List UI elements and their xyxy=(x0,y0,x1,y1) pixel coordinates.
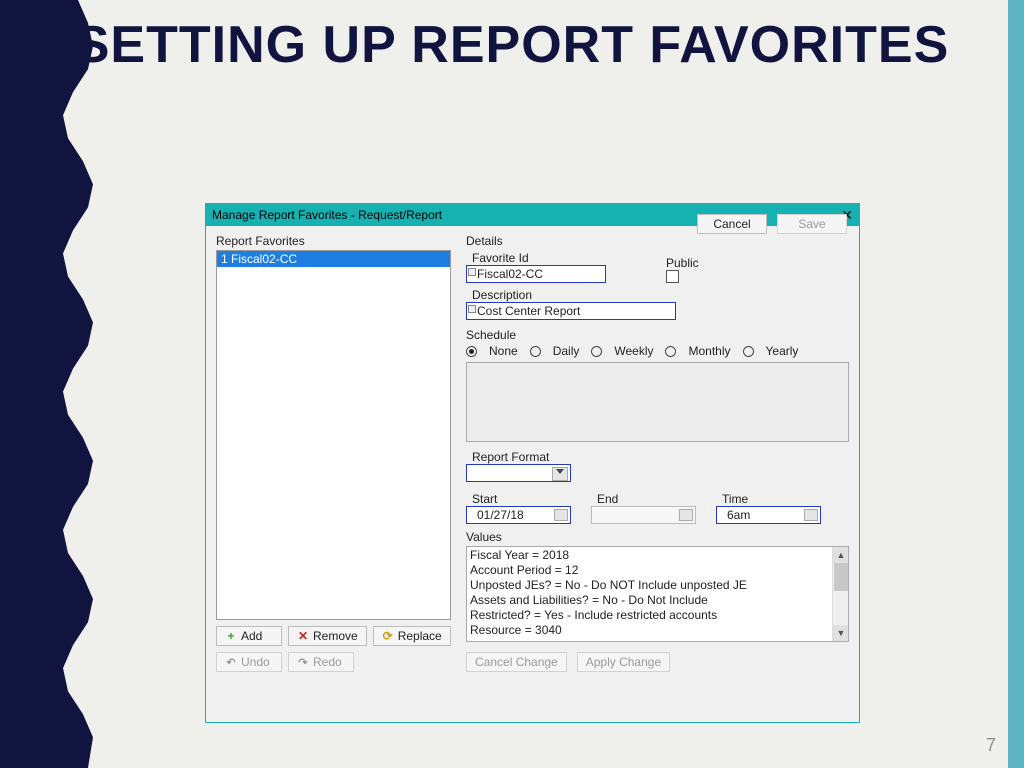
undo-label: Undo xyxy=(241,655,270,669)
schedule-none-label: None xyxy=(489,344,518,358)
schedule-weekly-label: Weekly xyxy=(614,344,653,358)
time-label: Time xyxy=(722,492,821,506)
schedule-monthly-radio[interactable] xyxy=(665,346,676,357)
slide-left-decoration xyxy=(0,0,100,768)
calendar-icon[interactable] xyxy=(554,509,568,521)
favorite-id-input[interactable]: Fiscal02-CC xyxy=(466,265,606,283)
description-input[interactable]: Cost Center Report xyxy=(466,302,676,320)
slide-title: SETTING UP REPORT FAVORITES xyxy=(0,18,1024,73)
schedule-yearly-radio[interactable] xyxy=(743,346,754,357)
details-heading: Details xyxy=(466,234,849,248)
page-number: 7 xyxy=(986,735,996,756)
remove-button[interactable]: ✕ Remove xyxy=(288,626,367,646)
start-date-input[interactable]: 01/27/18 xyxy=(466,506,571,524)
time-input[interactable]: 6am xyxy=(716,506,821,524)
report-format-select[interactable] xyxy=(466,464,571,482)
calendar-icon[interactable] xyxy=(679,509,693,521)
replace-label: Replace xyxy=(398,629,442,643)
cancel-change-button[interactable]: Cancel Change xyxy=(466,652,567,672)
dialog-title: Manage Report Favorites - Request/Report xyxy=(212,208,442,222)
chevron-down-icon xyxy=(556,469,564,474)
description-label: Description xyxy=(472,288,849,302)
schedule-daily-label: Daily xyxy=(553,344,580,358)
start-label: Start xyxy=(472,492,571,506)
end-label: End xyxy=(597,492,696,506)
remove-label: Remove xyxy=(313,629,358,643)
scroll-up-icon[interactable]: ▲ xyxy=(833,547,849,563)
time-value: 6am xyxy=(727,508,750,522)
add-label: Add xyxy=(241,629,262,643)
values-content: Fiscal Year = 2018 Account Period = 12 U… xyxy=(470,548,830,638)
report-favorites-label: Report Favorites xyxy=(216,234,451,248)
undo-icon: ↶ xyxy=(225,656,237,669)
schedule-yearly-label: Yearly xyxy=(766,344,799,358)
schedule-daily-radio[interactable] xyxy=(530,346,541,357)
schedule-weekly-radio[interactable] xyxy=(591,346,602,357)
save-button[interactable]: Save xyxy=(777,214,847,234)
values-label: Values xyxy=(466,530,849,544)
x-icon: ✕ xyxy=(297,629,309,643)
plus-icon: + xyxy=(225,629,237,643)
favorite-id-label: Favorite Id xyxy=(472,251,606,265)
undo-button[interactable]: ↶ Undo xyxy=(216,652,282,672)
refresh-icon: ⟳ xyxy=(382,629,394,643)
slide-right-accent xyxy=(1008,0,1024,768)
field-handle-icon xyxy=(468,268,476,276)
scroll-down-icon[interactable]: ▼ xyxy=(833,625,849,641)
field-handle-icon xyxy=(468,305,476,313)
redo-label: Redo xyxy=(313,655,342,669)
public-label: Public xyxy=(666,256,699,270)
cancel-button[interactable]: Cancel xyxy=(697,214,767,234)
dropdown-icon[interactable] xyxy=(804,509,818,521)
report-format-label: Report Format xyxy=(472,450,849,464)
end-date-input[interactable] xyxy=(591,506,696,524)
add-button[interactable]: + Add xyxy=(216,626,282,646)
start-date-value: 01/27/18 xyxy=(477,508,524,522)
public-checkbox[interactable] xyxy=(666,270,679,283)
report-favorites-list[interactable]: 1 Fiscal02-CC xyxy=(216,250,451,620)
list-item[interactable]: 1 Fiscal02-CC xyxy=(217,251,450,267)
replace-button[interactable]: ⟳ Replace xyxy=(373,626,451,646)
redo-button[interactable]: ↷ Redo xyxy=(288,652,354,672)
values-box[interactable]: Fiscal Year = 2018 Account Period = 12 U… xyxy=(466,546,849,642)
schedule-none-radio[interactable] xyxy=(466,346,477,357)
schedule-options-panel xyxy=(466,362,849,442)
schedule-label: Schedule xyxy=(466,328,849,342)
scrollbar[interactable]: ▲ ▼ xyxy=(832,547,848,641)
schedule-monthly-label: Monthly xyxy=(688,344,730,358)
apply-change-button[interactable]: Apply Change xyxy=(577,652,670,672)
manage-report-favorites-dialog: Manage Report Favorites - Request/Report… xyxy=(205,203,860,723)
scroll-thumb[interactable] xyxy=(834,563,848,591)
redo-icon: ↷ xyxy=(297,656,309,669)
